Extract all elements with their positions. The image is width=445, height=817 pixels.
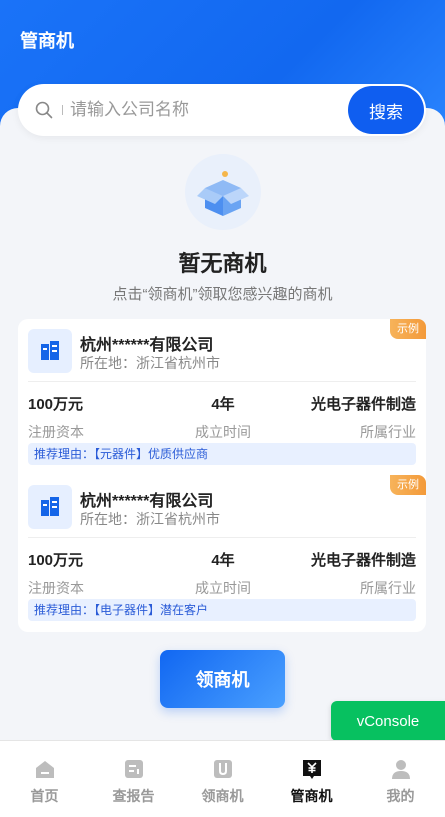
years-stat: 4年 成立时间 — [194, 549, 252, 598]
empty-box-illustration — [185, 154, 261, 230]
tab-mine[interactable]: 我的 — [356, 741, 445, 817]
capital-stat: 100万元 注册资本 — [28, 393, 84, 442]
search-button[interactable]: 搜索 — [348, 86, 424, 134]
tab-label: 领商机 — [201, 788, 244, 804]
search-input[interactable] — [70, 96, 340, 124]
tab-home[interactable]: 首页 — [0, 741, 89, 817]
company-logo — [28, 485, 72, 529]
company-name: 杭州******有限公司 — [80, 337, 214, 354]
years-value: 4年 — [211, 552, 235, 569]
years-label: 成立时间 — [195, 424, 251, 440]
capital-label: 注册资本 — [28, 424, 84, 440]
company-location: 所在地：浙江省杭州市 — [80, 511, 220, 527]
industry-label: 所属行业 — [360, 424, 416, 440]
home-icon — [36, 761, 54, 778]
company-name: 杭州******有限公司 — [80, 493, 214, 510]
report-icon — [125, 760, 143, 778]
years-label: 成立时间 — [195, 580, 251, 596]
tab-claim[interactable]: 领商机 — [178, 741, 267, 817]
vconsole-button[interactable]: vConsole — [331, 701, 445, 741]
divider — [28, 381, 416, 382]
capital-value: 100万元 — [28, 396, 84, 413]
example-cards-container: 杭州******有限公司 所在地：浙江省杭州市 示例 100万元 注册资本 4年… — [18, 319, 426, 632]
tab-label: 首页 — [30, 788, 59, 804]
tab-label: 查报告 — [112, 788, 155, 804]
bottom-tab-bar: 首页 查报告 领商机 管商机 我的 — [0, 740, 445, 817]
manage-icon — [303, 760, 321, 779]
building-icon — [41, 341, 59, 360]
tab-label: 管商机 — [290, 788, 333, 804]
industry-stat: 光电子器件制造 所属行业 — [311, 393, 416, 442]
years-value: 4年 — [211, 396, 235, 413]
tab-report[interactable]: 查报告 — [89, 741, 178, 817]
industry-value: 光电子器件制造 — [310, 396, 416, 413]
claim-opportunity-button[interactable]: 领商机 — [160, 650, 285, 708]
tab-manage[interactable]: 管商机 — [267, 741, 356, 817]
industry-label: 所属行业 — [360, 580, 416, 596]
page-title: 管商机 — [20, 31, 74, 51]
company-logo — [28, 329, 72, 373]
recommend-reason: 推荐理由：【元器件】优质供应商 — [28, 443, 416, 465]
example-badge: 示例 — [390, 319, 426, 339]
divider — [28, 537, 416, 538]
empty-state-title: 暂无商机 — [178, 251, 267, 276]
user-icon — [392, 760, 410, 779]
empty-state-subtitle: 点击“领商机”领取您感兴趣的商机 — [112, 286, 333, 303]
capital-label: 注册资本 — [28, 580, 84, 596]
tab-label: 我的 — [386, 788, 415, 804]
search-icon — [35, 101, 53, 119]
building-icon — [41, 497, 59, 516]
company-card[interactable]: 杭州******有限公司 所在地：浙江省杭州市 示例 100万元 注册资本 4年… — [18, 475, 426, 631]
search-divider — [62, 105, 63, 115]
company-card[interactable]: 杭州******有限公司 所在地：浙江省杭州市 示例 100万元 注册资本 4年… — [18, 319, 426, 475]
capital-stat: 100万元 注册资本 — [28, 549, 84, 598]
example-badge: 示例 — [390, 475, 426, 495]
search-bar: 搜索 — [18, 84, 426, 136]
claim-icon — [214, 760, 232, 778]
industry-stat: 光电子器件制造 所属行业 — [311, 549, 416, 598]
company-location: 所在地：浙江省杭州市 — [80, 355, 220, 371]
industry-value: 光电子器件制造 — [310, 552, 416, 569]
years-stat: 4年 成立时间 — [194, 393, 252, 442]
capital-value: 100万元 — [28, 552, 84, 569]
recommend-reason: 推荐理由：【电子器件】潜在客户 — [28, 599, 416, 621]
